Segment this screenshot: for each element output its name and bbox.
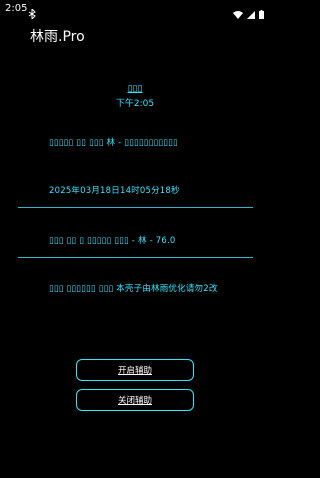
divider [18, 207, 253, 208]
status-indicators [233, 4, 264, 23]
info-line-version: ▯▯▯ ▯▯ ▯ ▯▯▯▯▯ ▯▯▯ - 林 - 76.0 [49, 236, 176, 246]
info-line-datetime: 2025年03月18日14时05分18秒 [49, 186, 180, 196]
header-label: ▯▯▯ [127, 84, 143, 94]
header-time: 下午2:05 [115, 99, 155, 109]
signal-icon [247, 4, 255, 23]
wifi-icon [233, 4, 243, 23]
status-time: 2:05 [5, 3, 28, 14]
stop-assist-button[interactable]: 关闭辅助 [76, 389, 194, 411]
info-line-author: ▯▯▯▯▯ ▯▯ ▯▯▯ 林 - ▯▯▯▯▯▯▯▯▯▯▯ [49, 138, 178, 148]
start-assist-button[interactable]: 开启辅助 [76, 359, 194, 381]
status-bar: 2:05 [0, 0, 270, 21]
divider [18, 257, 253, 258]
battery-icon [259, 4, 264, 23]
notification-icon [28, 4, 36, 23]
info-line-notice: ▯▯▯ ▯▯▯▯▯▯ ▯▯▯ 本壳子由林雨优化请勿2改 [49, 284, 218, 294]
app-title: 林雨.Pro [30, 29, 85, 45]
